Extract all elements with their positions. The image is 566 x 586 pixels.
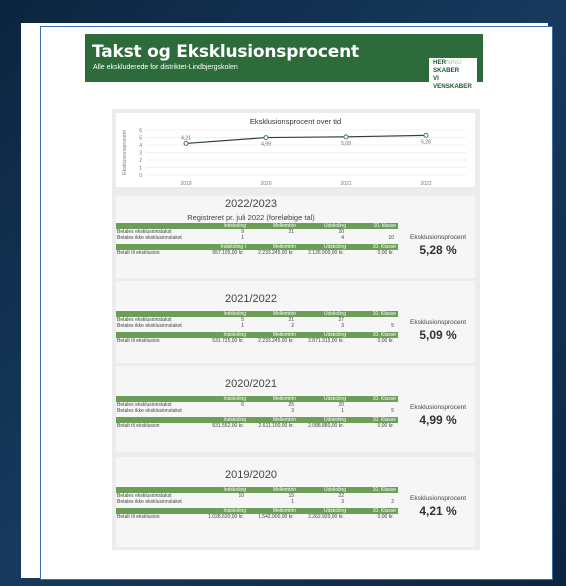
eksklusion-value: 5,09 % [419, 328, 457, 342]
count-table: Indskoling Mellemtrin Udskoling 10. Klasse B… [116, 311, 398, 344]
line-chart-card: Eksklusionsprocent over tid 0 1 2 3 4 5 6 Ekskl… [116, 113, 475, 187]
row-label: Betales ikke eksklusionstakst [117, 323, 182, 329]
eksklusion-label: Eksklusionsprocent [410, 404, 466, 411]
eksklusion-label: Eksklusionsprocent [410, 495, 466, 502]
data-point [183, 140, 189, 146]
logo-line1-light: NING [446, 59, 462, 66]
logo-line3: VI [433, 75, 439, 82]
table-row: Betales ikke eksklusionstakst 1 4 10 [116, 235, 398, 241]
y-tick-label: 1 [139, 165, 142, 171]
year-title: 2020/2021 [225, 378, 277, 390]
line-chart: 0 12 34 56 Eksklusionsprocent 2019 2020 2021 202… [122, 128, 466, 187]
y-tick-label: 4 [139, 143, 142, 149]
table-row: Betales ikke eksklusionstakst 1 2 3 5 [116, 323, 398, 329]
logo-line4: VENSKABER [433, 83, 472, 90]
data-label: 4,21 [181, 135, 191, 141]
y-tick-label: 0 [139, 173, 142, 179]
x-tick-label: 2021 [340, 181, 351, 187]
y-tick-label: 3 [139, 150, 142, 156]
table-cell: 0,00 kr. [377, 338, 394, 344]
data-point [263, 135, 269, 141]
y-axis-label: Eksklusionsprocent [122, 130, 128, 175]
x-tick-label: 2019 [180, 181, 191, 187]
y-tick-label: 5 [139, 135, 142, 141]
herning-logo: HERNING SKABER VI VENSKABER [429, 58, 477, 96]
count-table: Indskoling Mellemtrin Udskoling 10. klasse B… [116, 223, 398, 256]
data-label: 5,28 [421, 139, 431, 145]
table-row: Betales ikke eksklusionstakst 1 3 2 [116, 499, 398, 505]
year-title: 2021/2022 [225, 293, 277, 305]
data-point [423, 132, 429, 138]
logo-line1-bold: HER [433, 59, 447, 66]
table-cell: 0,00 kr. [377, 423, 394, 429]
x-tick-label: 2020 [260, 181, 271, 187]
count-table: Indskoling Mellemtrin Udskoling 10. Klasse B… [116, 487, 398, 520]
report-panel: Eksklusionsprocent over tid 0 1 2 3 4 5 6 Ekskl… [112, 109, 480, 550]
row-label: Betales ikke eksklusionstakst [117, 408, 182, 414]
table-cell: 10 [388, 235, 394, 241]
y-tick-label: 2 [139, 158, 142, 164]
table-row: Betalt til eksklusion 1.028.630,00 kr. 1.5… [116, 514, 398, 520]
year-section: 2022/2023 Registreret pr. juli 2022 (fore… [116, 196, 475, 278]
eksklusion-value: 4,21 % [419, 504, 457, 518]
table-row: Betalt til eksklusion 831.552,00 kr. 2.611… [116, 423, 398, 429]
count-table: Indskoling Mellemtrin Udskoling 10. Klasse B… [116, 396, 398, 429]
data-label: 4,99 [261, 142, 271, 148]
title-banner: Takst og Eksklusionsprocent Alle eksklud… [85, 34, 483, 82]
data-point [343, 134, 349, 140]
table-row: Betales ikke eksklusionstakst 3 1 5 [116, 408, 398, 414]
table-cell: 5 [391, 408, 394, 414]
row-label: Betalt til eksklusion [117, 338, 160, 344]
y-tick-label: 6 [139, 128, 142, 134]
logo-line2: SKABER [433, 67, 460, 74]
year-title: 2019/2020 [225, 469, 277, 481]
table-cell: 2 [391, 499, 394, 505]
eksklusion-label: Eksklusionsprocent [410, 319, 466, 326]
x-tick-label: 2022 [420, 181, 431, 187]
eksklusion-value: 5,28 % [419, 243, 457, 257]
data-label: 5,09 [341, 141, 351, 147]
table-cell: 0,00 kr. [377, 514, 394, 520]
table-cell: 5 [391, 323, 394, 329]
eksklusion-value: 4,99 % [419, 413, 457, 427]
series-line [185, 134, 427, 145]
year-section: 2019/2020 Indskoling Mellemtrin Udskoling 10… [116, 457, 475, 547]
row-label: Betalt til eksklusion [117, 423, 160, 429]
table-cell: 0,00 kr. [377, 250, 394, 256]
year-title: 2022/2023 [225, 198, 277, 210]
year-section: 2020/2021 Indskoling Mellemtrin Udskoling 10… [116, 366, 475, 452]
year-subtitle: Registreret pr. juli 2022 (foreløbige ta… [187, 213, 315, 222]
table-row: Betalt til eksklusion 531.725,00 kr. 2.233… [116, 338, 398, 344]
row-label: Betales ikke eksklusionstakst [117, 499, 182, 505]
row-label: Betales ikke eksklusionstakst [117, 235, 182, 241]
table-row: Betalt til eksklusion 957.105,00 kr. 2.233… [116, 250, 398, 256]
row-label: Betalt til eksklusion [117, 250, 160, 256]
year-section: 2021/2022 Indskoling Mellemtrin Udskoling 10… [116, 281, 475, 363]
page-subtitle: Alle ekskluderede for distriktet-Lindbje… [93, 64, 238, 71]
row-label: Betalt til eksklusion [117, 514, 160, 520]
eksklusion-label: Eksklusionsprocent [410, 234, 466, 241]
page-title: Takst og Eksklusionsprocent [92, 42, 359, 62]
